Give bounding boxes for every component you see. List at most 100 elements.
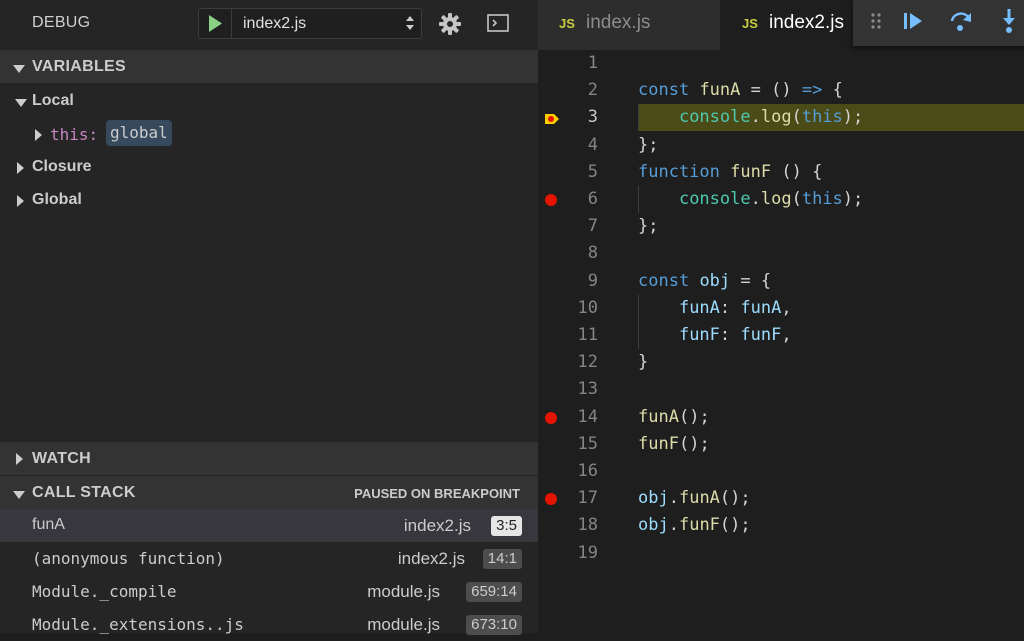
js-file-icon: JS	[559, 16, 575, 31]
line-number: 18	[577, 515, 598, 535]
variable-this[interactable]: this: global	[0, 117, 538, 150]
variable-value: global	[106, 120, 172, 146]
line-number: 12	[577, 352, 598, 372]
stack-frame-location: 3:5	[491, 516, 522, 536]
gear-icon[interactable]	[438, 12, 462, 41]
stack-frame-location: 14:1	[482, 549, 522, 569]
code-line[interactable]: 19	[538, 540, 1024, 567]
select-arrows-icon	[405, 14, 415, 37]
stack-frame-file: module.js	[367, 615, 440, 634]
line-number: 6	[587, 189, 598, 209]
stack-frame[interactable]: (anonymous function) index2.js 14:1	[0, 542, 538, 575]
scope-local-label: Local	[32, 92, 74, 109]
chevron-down-icon	[13, 487, 25, 505]
line-number: 17	[577, 488, 598, 508]
line-number: 14	[577, 407, 598, 427]
scope-global-label: Global	[32, 191, 82, 208]
stack-frame-location: 659:14	[466, 582, 522, 602]
code-line[interactable]: 7};	[538, 213, 1024, 240]
play-icon[interactable]	[199, 9, 232, 38]
code-line[interactable]: 16	[538, 458, 1024, 485]
step-into-icon[interactable]	[1001, 8, 1017, 39]
scope-local[interactable]: Local	[0, 84, 538, 117]
code-line[interactable]: 5 function funF () {	[538, 159, 1024, 186]
variables-section-header[interactable]: VARIABLES	[0, 50, 538, 83]
step-over-icon[interactable]	[949, 9, 973, 38]
code-text: };	[638, 135, 659, 155]
line-number: 3	[587, 107, 598, 127]
line-number: 19	[577, 543, 598, 563]
watch-section-header[interactable]: WATCH	[0, 442, 538, 475]
code-line[interactable]: 11 funF: funF,	[538, 322, 1024, 349]
paused-status: PAUSED ON BREAKPOINT	[354, 486, 520, 501]
code-text: obj.funA();	[638, 488, 751, 508]
code-line[interactable]: 6 console.log(this);	[538, 186, 1024, 213]
stack-frame[interactable]: funA index2.js 3:5	[0, 509, 538, 542]
chevron-right-icon	[16, 161, 24, 179]
stack-frame-file: index2.js	[403, 516, 471, 535]
code-text: funF: funF,	[678, 325, 792, 345]
code-text: funF();	[638, 434, 710, 454]
line-number: 7	[587, 216, 598, 236]
line-number: 16	[577, 461, 598, 481]
line-number: 2	[587, 80, 598, 100]
line-number: 1	[587, 53, 598, 73]
code-text: const obj = {	[638, 271, 772, 291]
chevron-right-icon	[15, 452, 23, 470]
code-text: obj.funF();	[638, 515, 751, 535]
line-number: 4	[587, 135, 598, 155]
code-line[interactable]: 13	[538, 376, 1024, 403]
code-line[interactable]: 9 const obj = {	[538, 268, 1024, 295]
js-file-icon: JS	[742, 16, 758, 31]
stack-frame-location: 673:10	[466, 615, 522, 635]
callstack-title: CALL STACK	[32, 484, 136, 501]
chevron-right-icon	[34, 128, 42, 146]
variable-name: this:	[50, 125, 99, 144]
stack-frame[interactable]: Module._compile module.js 659:14	[0, 575, 538, 608]
code-line[interactable]: 12}	[538, 349, 1024, 376]
code-line[interactable]: 3 console.log(this);	[538, 104, 1024, 131]
code-line[interactable]: 14 funA();	[538, 404, 1024, 431]
code-line[interactable]: 8	[538, 240, 1024, 267]
code-text: console.log(this);	[678, 189, 864, 209]
stack-frame[interactable]: Module._extensions..js module.js 673:10	[0, 608, 538, 641]
line-number: 8	[587, 243, 598, 263]
stack-frame-function: (anonymous function)	[32, 549, 225, 568]
scope-closure[interactable]: Closure	[0, 150, 538, 183]
code-line[interactable]: 17 obj.funA();	[538, 485, 1024, 512]
console-icon[interactable]	[487, 14, 509, 37]
tab-label: index2.js	[769, 12, 844, 33]
callstack-section-header[interactable]: CALL STACK PAUSED ON BREAKPOINT	[0, 476, 538, 509]
line-number: 5	[587, 162, 598, 182]
line-number: 15	[577, 434, 598, 454]
debug-sidebar: DEBUG index2.js VARIABLES Local this: gl…	[0, 0, 538, 635]
code-text: const funA = () => {	[638, 80, 843, 100]
chevron-down-icon	[15, 95, 27, 113]
continue-icon[interactable]	[903, 12, 923, 35]
stack-frame-function: Module._extensions..js	[32, 615, 244, 634]
launch-config-select[interactable]: index2.js	[198, 8, 422, 39]
floating-debug-toolbar	[853, 0, 1024, 46]
line-number: 13	[577, 379, 598, 399]
chevron-down-icon	[13, 61, 25, 79]
debug-toolbar-header: DEBUG index2.js	[0, 0, 538, 49]
tab-label: index.js	[586, 12, 651, 33]
code-text: funA: funA,	[678, 298, 792, 318]
tab-index-js[interactable]: JS index.js	[538, 0, 720, 50]
drag-handle-icon[interactable]	[871, 13, 881, 34]
stack-frame-file: index2.js	[397, 549, 465, 568]
code-line[interactable]: 2 const funA = () => {	[538, 77, 1024, 104]
code-line[interactable]: 4};	[538, 132, 1024, 159]
launch-config-value: index2.js	[243, 15, 307, 32]
code-line[interactable]: 1	[538, 50, 1024, 77]
stack-frame-function: funA	[32, 516, 65, 533]
stack-frame-file: module.js	[367, 582, 440, 601]
stack-frame-function: Module._compile	[32, 582, 177, 601]
scope-global[interactable]: Global	[0, 183, 538, 216]
line-number: 9	[587, 271, 598, 291]
chevron-right-icon	[16, 194, 24, 212]
code-line[interactable]: 15 funF();	[538, 431, 1024, 458]
code-line[interactable]: 10 funA: funA,	[538, 295, 1024, 322]
variables-title: VARIABLES	[32, 58, 126, 75]
code-line[interactable]: 18 obj.funF();	[538, 512, 1024, 539]
